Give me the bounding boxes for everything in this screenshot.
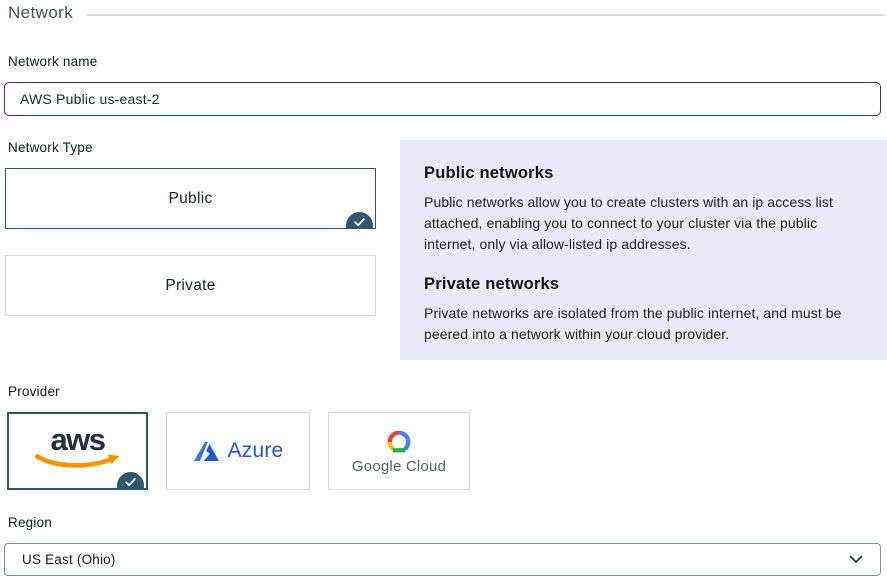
check-icon	[124, 476, 137, 488]
provider-option-google-cloud[interactable]: Google Cloud	[328, 412, 470, 490]
aws-smile-arrow-icon	[34, 454, 122, 471]
selected-check-badge	[346, 212, 373, 229]
network-type-option-private[interactable]: Private	[5, 255, 376, 316]
selected-check-badge	[117, 472, 144, 490]
region-select[interactable]: US East (Ohio)	[4, 543, 881, 576]
network-type-label: Network Type	[8, 140, 93, 155]
azure-logo: Azure	[193, 439, 284, 463]
provider-option-aws[interactable]: aws	[7, 412, 148, 490]
aws-logo-text: aws	[50, 427, 104, 453]
chevron-down-icon	[849, 555, 863, 564]
info-private-heading: Private networks	[424, 275, 863, 294]
region-label: Region	[8, 515, 52, 530]
google-cloud-icon	[382, 428, 416, 455]
network-settings-form: Network Network name Network Type Public…	[0, 0, 887, 584]
network-type-option-public[interactable]: Public	[5, 168, 376, 229]
network-name-label: Network name	[8, 54, 97, 69]
network-type-private-label: Private	[165, 277, 215, 295]
info-public-body: Public networks allow you to create clus…	[424, 192, 863, 255]
info-private-body: Private networks are isolated from the p…	[424, 303, 863, 345]
network-type-public-label: Public	[168, 190, 212, 208]
network-name-input[interactable]	[4, 82, 881, 116]
azure-logo-text: Azure	[228, 439, 284, 463]
google-cloud-logo-text: Google Cloud	[352, 458, 446, 475]
section-header: Network	[8, 3, 885, 23]
network-type-info-box: Public networks Public networks allow yo…	[400, 140, 887, 360]
azure-icon	[193, 440, 220, 463]
google-cloud-logo: Google Cloud	[352, 428, 446, 475]
provider-option-azure[interactable]: Azure	[166, 412, 310, 490]
page-title: Network	[8, 3, 73, 23]
region-select-value: US East (Ohio)	[22, 552, 116, 567]
info-public-heading: Public networks	[424, 164, 863, 183]
section-divider	[87, 14, 885, 16]
aws-logo: aws	[34, 427, 122, 471]
check-icon	[353, 216, 366, 228]
provider-label: Provider	[8, 384, 60, 399]
